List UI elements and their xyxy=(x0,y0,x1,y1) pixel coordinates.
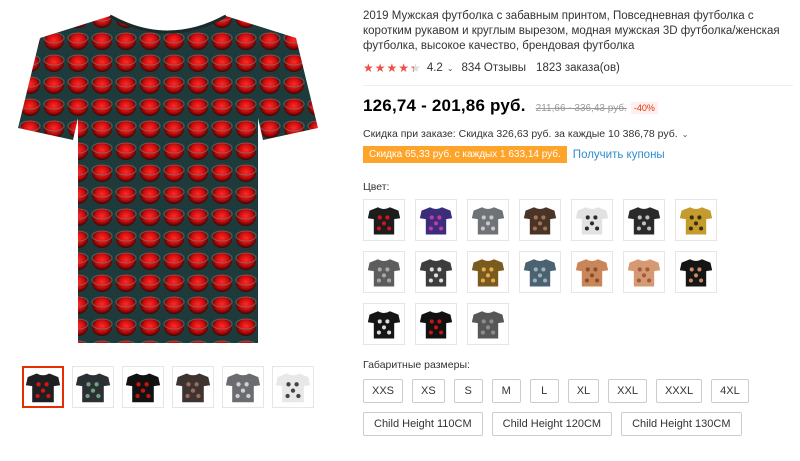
coupon-row: Скидка 65,33 руб. с каждых 1 633,14 руб.… xyxy=(363,146,793,163)
size-option[interactable]: XXS xyxy=(363,379,404,403)
size-option[interactable]: Child Height 130CM xyxy=(621,412,742,436)
main-product-image[interactable] xyxy=(18,8,318,348)
rating-stars: ★ ★ ★ ★ ★ xyxy=(363,62,421,74)
color-swatch[interactable] xyxy=(415,199,457,241)
price-row: 126,74 - 201,86 руб. 211,66 - 336,43 руб… xyxy=(363,96,793,116)
color-swatch[interactable] xyxy=(571,199,613,241)
star-icon: ★ xyxy=(374,61,386,75)
color-swatch[interactable] xyxy=(623,251,665,293)
size-option[interactable]: L xyxy=(529,379,559,403)
size-option[interactable]: Child Height 120CM xyxy=(491,412,613,436)
color-swatch[interactable] xyxy=(467,303,509,345)
gallery-thumbnail[interactable] xyxy=(272,366,314,408)
coupon-badge[interactable]: Скидка 65,33 руб. с каждых 1 633,14 руб. xyxy=(363,146,567,163)
gallery-thumbnail[interactable] xyxy=(122,366,164,408)
rating-row: ★ ★ ★ ★ ★ 4.2 ⌄ 834 Отзывы 1823 заказа(о… xyxy=(363,62,793,74)
size-option[interactable]: 4XL xyxy=(711,379,749,403)
chevron-down-icon[interactable]: ⌄ xyxy=(447,64,454,73)
gallery-thumbnail[interactable] xyxy=(172,366,214,408)
color-swatch[interactable] xyxy=(415,251,457,293)
color-swatch-grid xyxy=(363,199,793,345)
color-swatch[interactable] xyxy=(363,251,405,293)
color-swatch[interactable] xyxy=(571,251,613,293)
order-discount-text: Скидка при заказе: Скидка 326,63 руб. за… xyxy=(363,128,678,140)
size-option[interactable]: S xyxy=(453,379,483,403)
color-swatch[interactable] xyxy=(519,251,561,293)
star-icon: ★ xyxy=(363,61,374,75)
gallery-thumbnail[interactable] xyxy=(222,366,264,408)
chevron-down-icon[interactable]: ⌄ xyxy=(682,130,689,139)
size-options: XXS XS S M L XL XXL XXXL 4XL Child Height 110CM Ch… xyxy=(363,379,793,436)
color-swatch[interactable] xyxy=(623,199,665,241)
gallery-thumbnail[interactable] xyxy=(22,366,64,408)
thumbnail-strip xyxy=(22,366,314,408)
size-option[interactable]: XXL xyxy=(608,379,647,403)
product-info-panel: 2019 Мужская футболка с забавным принтом… xyxy=(363,0,793,436)
color-swatch[interactable] xyxy=(519,199,561,241)
color-swatch[interactable] xyxy=(363,303,405,345)
discount-badge: -40% xyxy=(630,102,658,114)
color-swatch[interactable] xyxy=(415,303,457,345)
size-option[interactable]: XXXL xyxy=(655,379,703,403)
color-swatch[interactable] xyxy=(467,199,509,241)
color-swatch[interactable] xyxy=(467,251,509,293)
product-title: 2019 Мужская футболка с забавным принтом… xyxy=(363,10,780,52)
size-option[interactable]: XS xyxy=(412,379,445,403)
size-option[interactable]: XL xyxy=(567,379,600,403)
color-swatch[interactable] xyxy=(675,199,717,241)
color-swatch[interactable] xyxy=(363,199,405,241)
color-label: Цвет: xyxy=(363,181,390,193)
size-option[interactable]: Child Height 110CM xyxy=(363,412,483,436)
size-option[interactable]: M xyxy=(491,379,521,403)
orders-count: 1823 заказа(ов) xyxy=(536,62,620,74)
star-icon: ★ xyxy=(386,61,398,75)
gallery-thumbnail[interactable] xyxy=(72,366,114,408)
rating-value[interactable]: 4.2 xyxy=(427,62,443,74)
order-discount[interactable]: Скидка при заказе: Скидка 326,63 руб. за… xyxy=(363,128,793,140)
color-swatch[interactable] xyxy=(675,251,717,293)
star-icon: ★ xyxy=(398,61,410,75)
get-coupons-link[interactable]: Получить купоны xyxy=(573,149,665,161)
old-price: 211,66 - 336,43 руб. xyxy=(535,103,627,114)
star-half-icon: ★ xyxy=(410,62,421,74)
reviews-count[interactable]: 834 Отзывы xyxy=(462,62,527,74)
divider xyxy=(363,85,793,86)
size-label: Габаритные размеры: xyxy=(363,359,470,371)
price-range: 126,74 - 201,86 руб. xyxy=(363,96,526,115)
